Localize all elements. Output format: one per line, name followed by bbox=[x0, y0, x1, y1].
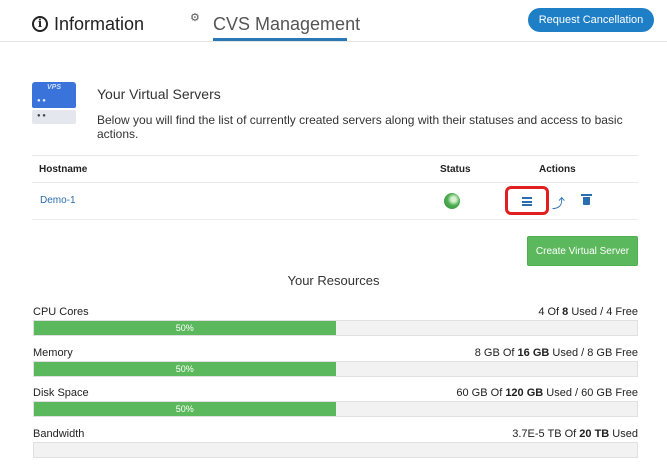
tab-information-label: Information bbox=[54, 13, 145, 34]
tab-cvs-management[interactable]: ⚙ CVS Management bbox=[190, 6, 360, 42]
progress-bar: 50% bbox=[33, 401, 638, 417]
progress-bar bbox=[33, 442, 638, 458]
cvs-management-panel: VPS ● ● ● ● Your Virtual Servers Below y… bbox=[0, 42, 667, 471]
resource-usage: 60 GB Of 120 GB Used / 60 GB Free bbox=[456, 387, 638, 399]
resource-label: Bandwidth bbox=[33, 428, 85, 440]
resource-label: Disk Space bbox=[33, 387, 89, 399]
manage-server-button[interactable] bbox=[505, 186, 549, 215]
table-row: Demo-1 ⤴ bbox=[32, 183, 638, 220]
vps-icon-label: VPS bbox=[46, 84, 61, 91]
resource-label: CPU Cores bbox=[33, 306, 89, 318]
gears-icon: ⚙ bbox=[190, 11, 200, 24]
manage-icon bbox=[522, 197, 532, 206]
resource-usage: 8 GB Of 16 GB Used / 8 GB Free bbox=[474, 347, 638, 359]
progress-fill: 50% bbox=[34, 362, 336, 376]
status-online-icon bbox=[444, 193, 460, 209]
progress-bar: 50% bbox=[33, 320, 638, 336]
hostname-link[interactable]: Demo-1 bbox=[40, 195, 76, 206]
virtual-servers-title: Your Virtual Servers bbox=[97, 86, 221, 102]
migrate-icon[interactable]: ⤴ bbox=[552, 193, 565, 212]
active-tab-indicator bbox=[213, 38, 347, 41]
servers-table-header: Hostname Status Actions bbox=[32, 155, 638, 183]
info-icon: i bbox=[32, 16, 48, 32]
resource-usage: 4 Of 8 Used / 4 Free bbox=[538, 306, 638, 318]
resource-usage: 3.7E-5 TB Of 20 TB Used bbox=[512, 428, 638, 440]
tab-information[interactable]: i Information bbox=[32, 6, 144, 42]
trash-icon[interactable] bbox=[581, 194, 592, 205]
tab-cvs-management-label: CVS Management bbox=[213, 13, 361, 34]
resources-title: Your Resources bbox=[287, 273, 380, 288]
create-virtual-server-button[interactable]: Create Virtual Server bbox=[527, 236, 638, 266]
vps-server-icon: VPS ● ● ● ● bbox=[32, 82, 76, 124]
progress-fill: 50% bbox=[34, 402, 336, 416]
tab-bar: i Information ⚙ CVS Management Request C… bbox=[0, 0, 667, 42]
header-hostname: Hostname bbox=[39, 164, 88, 175]
progress-fill: 50% bbox=[34, 321, 336, 335]
progress-bar: 50% bbox=[33, 361, 638, 377]
header-actions: Actions bbox=[539, 164, 576, 175]
header-status: Status bbox=[440, 164, 471, 175]
virtual-servers-description: Below you will find the list of currentl… bbox=[97, 113, 623, 141]
request-cancellation-button[interactable]: Request Cancellation bbox=[528, 8, 654, 32]
resource-label: Memory bbox=[33, 347, 73, 359]
